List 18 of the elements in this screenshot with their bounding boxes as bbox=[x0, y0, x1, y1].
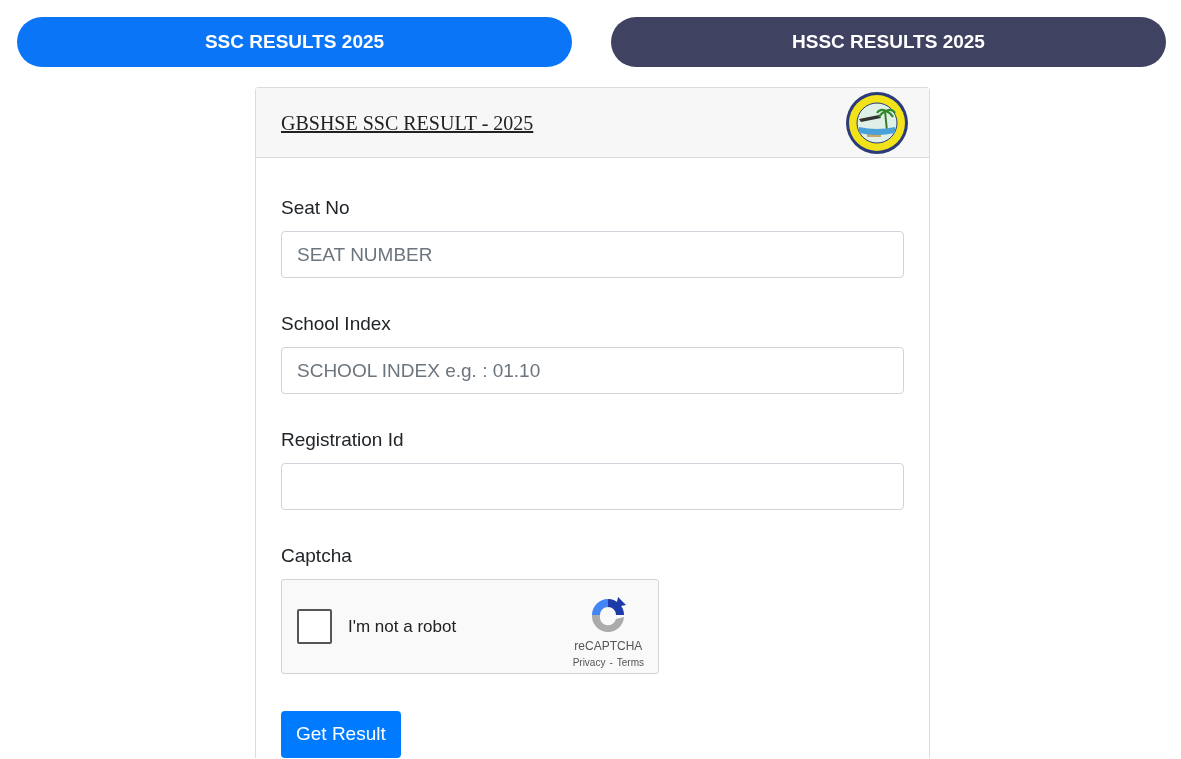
checkbox[interactable] bbox=[297, 609, 332, 644]
card-title: GBSHSE SSC RESULT - 2025 bbox=[281, 110, 534, 136]
captcha-text: I'm not a robot bbox=[348, 615, 458, 638]
field-label: Registration Id bbox=[281, 428, 405, 452]
results-tab[interactable]: SSC RESULTS 2025 bbox=[17, 17, 572, 67]
input-field[interactable]: SEAT NUMBER bbox=[281, 231, 904, 278]
link-separator: - bbox=[609, 656, 613, 669]
field-label: School Index bbox=[281, 312, 392, 336]
field-label: Seat No bbox=[281, 196, 351, 220]
results-tab[interactable]: HSSC RESULTS 2025 bbox=[611, 17, 1166, 67]
emblem-logo bbox=[845, 90, 909, 155]
captcha-label: Captcha bbox=[281, 544, 353, 568]
get-result-button[interactable]: Get Result bbox=[281, 711, 401, 758]
captcha-link[interactable]: Terms bbox=[616, 656, 644, 669]
input-field[interactable] bbox=[281, 463, 904, 510]
input-field[interactable]: SCHOOL INDEX e.g. : 01.10 bbox=[281, 347, 904, 394]
captcha-link[interactable]: Privacy bbox=[572, 656, 606, 669]
captcha-brand: reCAPTCHA bbox=[574, 638, 643, 653]
